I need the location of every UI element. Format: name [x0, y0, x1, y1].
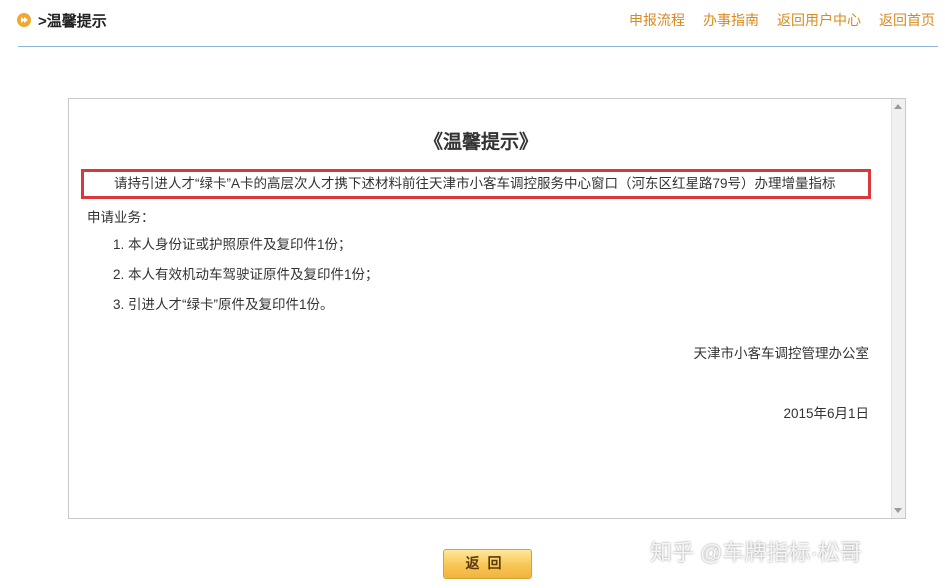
scroll-up-icon[interactable] [894, 104, 902, 109]
header-divider [18, 46, 938, 47]
arrow-right-icon [17, 13, 31, 27]
highlighted-paragraph: 请持引进人才“绿卡”A卡的高层次人才携下述材料前往天津市小客车调控服务中心窗口（… [81, 169, 871, 199]
nav-link-service-guide[interactable]: 办事指南 [703, 10, 759, 30]
breadcrumb: >温馨提示 [16, 10, 107, 30]
requirements-list: 1. 本人身份证或护照原件及复印件1份； 2. 本人有效机动车驾驶证原件及复印件… [113, 236, 379, 326]
back-button[interactable]: 返回 [443, 549, 532, 579]
list-item: 3. 引进人才“绿卡”原件及复印件1份。 [113, 297, 334, 312]
watermark: 知乎 @车牌指标·松哥 [650, 540, 862, 565]
scroll-down-icon[interactable] [894, 508, 902, 513]
list-item: 2. 本人有效机动车驾驶证原件及复印件1份； [113, 267, 379, 282]
nav-link-home[interactable]: 返回首页 [879, 10, 935, 30]
vertical-scrollbar[interactable] [891, 99, 905, 518]
signature: 天津市小客车调控管理办公室 [693, 346, 870, 361]
paragraph-continuation: 申请业务： [87, 210, 155, 225]
notice-date: 2015年6月1日 [783, 406, 869, 421]
nav-link-apply-process[interactable]: 申报流程 [629, 10, 685, 30]
breadcrumb-title: >温馨提示 [38, 12, 107, 30]
top-nav: 申报流程 办事指南 返回用户中心 返回首页 [611, 10, 935, 30]
notice-title: 《温馨提示》 [423, 131, 538, 153]
notice-panel: 《温馨提示》 请持引进人才“绿卡”A卡的高层次人才携下述材料前往天津市小客车调控… [68, 98, 906, 519]
page-header: >温馨提示 申报流程 办事指南 返回用户中心 返回首页 [0, 0, 945, 48]
nav-link-user-center[interactable]: 返回用户中心 [777, 10, 861, 30]
list-item: 1. 本人身份证或护照原件及复印件1份； [113, 237, 352, 252]
